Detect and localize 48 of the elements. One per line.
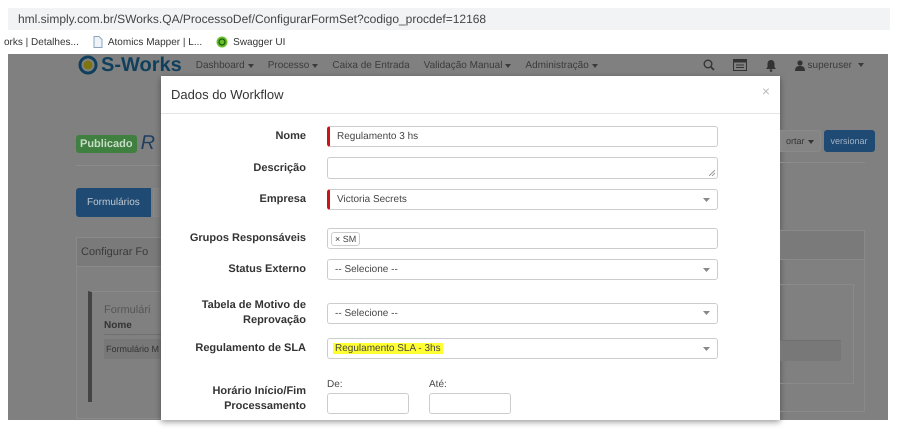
caret-icon: [858, 63, 864, 67]
tag-field[interactable]: × SM: [327, 228, 718, 249]
time-field[interactable]: [429, 393, 511, 414]
caret-icon: [703, 268, 710, 272]
caret-icon: [703, 311, 710, 315]
field-label: Nome: [274, 129, 306, 144]
panel-heading: Configurar Fo: [77, 238, 161, 267]
user-icon: [794, 60, 805, 70]
table-cell: Formulário M: [104, 339, 161, 359]
action-button[interactable]: versionar: [824, 130, 875, 152]
page-title: R: [140, 132, 156, 155]
circle-logo-icon: [216, 36, 228, 48]
dialog-title: Dados do Workflow: [171, 87, 284, 102]
dropdown[interactable]: -- Selecione --: [327, 259, 718, 280]
dropdown[interactable]: Regulamento SLA - 3hs: [327, 338, 718, 359]
field-label: Grupos Responsáveis: [188, 231, 306, 246]
ring-logo-icon: [78, 55, 98, 75]
caret-icon: [703, 346, 710, 350]
tag[interactable]: × SM: [331, 232, 360, 246]
resize-grip-icon[interactable]: [709, 170, 715, 176]
dropdown[interactable]: Victoria Secrets: [327, 189, 718, 210]
bookmark[interactable]: Swagger UI: [216, 36, 286, 48]
field-label: Horário Início/Fim Processamento: [211, 384, 306, 414]
field-label: Tabela de Motivo de Reprovação: [200, 298, 306, 328]
address-bar[interactable]: hml.simply.com.br/SWorks.QA/ProcessoDef/ConfigurarFormSet?codigo_procdef=12168: [8, 8, 890, 30]
tab[interactable]: Formulários: [76, 188, 151, 217]
search-icon[interactable]: [702, 59, 715, 71]
calendar-icon[interactable]: [732, 59, 747, 71]
text-field[interactable]: Regulamento 3 hs: [327, 126, 718, 147]
bookmark[interactable]: orks | Detalhes...: [4, 36, 79, 48]
table-row: [780, 340, 841, 361]
field-label: Empresa: [258, 192, 306, 207]
time-field[interactable]: [327, 393, 409, 414]
bell-icon[interactable]: [764, 58, 777, 72]
field-label: Regulamento de SLA: [194, 341, 306, 356]
field-label: Descrição: [252, 160, 306, 176]
text-area[interactable]: [327, 157, 718, 179]
status-badge: Publicado: [76, 134, 137, 152]
bookmark[interactable]: Atomics Mapper | L...: [92, 36, 202, 48]
caret-icon: [703, 198, 710, 202]
caret-icon: [808, 140, 814, 144]
document-icon: [92, 36, 103, 48]
tab[interactable]: [152, 188, 161, 217]
logo-text: S-Works: [101, 54, 182, 76]
field-label: De:: [327, 379, 344, 390]
dropdown[interactable]: -- Selecione --: [327, 302, 718, 324]
field-label: Status Externo: [227, 262, 306, 277]
field-label: Até:: [429, 379, 448, 390]
